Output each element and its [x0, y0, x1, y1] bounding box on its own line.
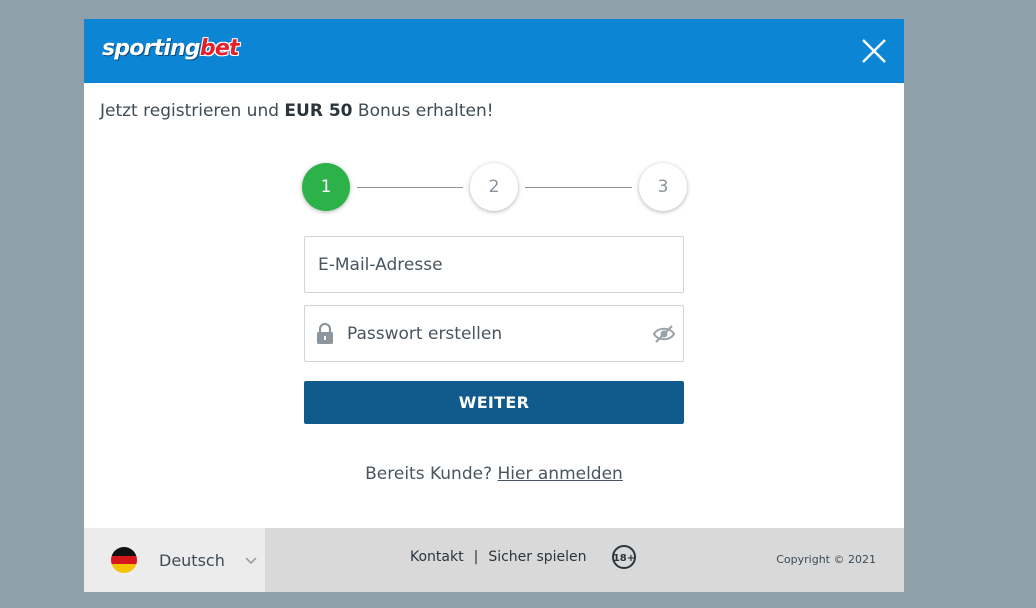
- close-button[interactable]: [860, 37, 888, 65]
- modal-header: sportingbet: [84, 19, 904, 83]
- step-2: 2: [470, 163, 518, 211]
- email-field[interactable]: [304, 236, 684, 293]
- promo-prefix: Jetzt registrieren und: [100, 101, 285, 121]
- email-input[interactable]: [318, 254, 683, 275]
- bonus-promo-text: Jetzt registrieren und EUR 50 Bonus erha…: [100, 101, 494, 121]
- step-1: 1: [302, 163, 350, 211]
- link-separator: |: [473, 549, 479, 565]
- weiter-button[interactable]: WEITER: [304, 381, 684, 424]
- step-3: 3: [639, 163, 687, 211]
- eye-slash-icon[interactable]: [653, 323, 675, 345]
- age-18-badge-icon: 18+: [612, 545, 636, 569]
- logo-text-bet: bet: [199, 36, 240, 61]
- registration-modal: sportingbet Jetzt registrieren und EUR 5…: [84, 19, 904, 592]
- kontakt-link[interactable]: Kontakt: [410, 549, 464, 565]
- step-connector: [357, 187, 463, 188]
- close-icon: [862, 39, 886, 63]
- age-badge-text: 18+: [613, 553, 635, 564]
- password-field[interactable]: [304, 305, 684, 362]
- logo-text-sporting: sporting: [102, 36, 201, 61]
- login-question: Bereits Kunde?: [365, 464, 498, 484]
- password-input[interactable]: [347, 323, 653, 344]
- login-link[interactable]: Hier anmelden: [498, 464, 623, 484]
- chevron-down-icon: [245, 557, 257, 565]
- language-label: Deutsch: [159, 550, 225, 570]
- footer-links: Kontakt | Sicher spielen: [410, 549, 587, 565]
- sicher-spielen-link[interactable]: Sicher spielen: [488, 549, 586, 565]
- germany-flag-icon: [111, 547, 137, 573]
- lock-icon: [317, 322, 333, 344]
- login-prompt: Bereits Kunde? Hier anmelden: [84, 464, 904, 484]
- sportingbet-logo: sportingbet: [102, 36, 239, 61]
- registration-stepper: 1 2 3: [301, 163, 691, 215]
- step-connector: [525, 187, 632, 188]
- language-selector[interactable]: Deutsch: [84, 528, 265, 592]
- copyright-text: Copyright © 2021: [776, 553, 876, 566]
- promo-amount: EUR 50: [284, 101, 353, 121]
- promo-suffix: Bonus erhalten!: [352, 101, 494, 121]
- footer: Deutsch Kontakt | Sicher spielen 18+ Cop…: [84, 528, 904, 592]
